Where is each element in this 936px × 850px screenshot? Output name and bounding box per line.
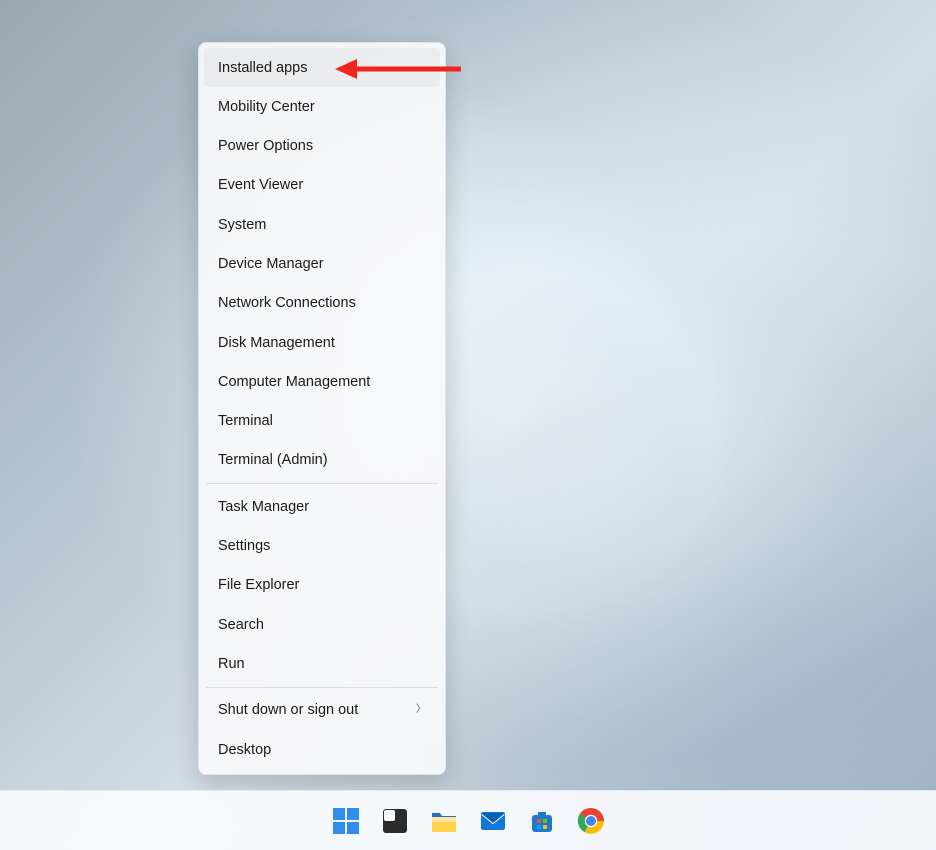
menu-item-terminal[interactable]: Terminal bbox=[204, 402, 440, 441]
menu-item-label: Power Options bbox=[218, 136, 313, 156]
task-view-icon bbox=[382, 808, 408, 834]
file-explorer-button[interactable] bbox=[423, 800, 465, 842]
menu-item-device-manager[interactable]: Device Manager bbox=[204, 244, 440, 283]
menu-item-network-connections[interactable]: Network Connections bbox=[204, 284, 440, 323]
mail-icon bbox=[479, 808, 507, 834]
menu-divider bbox=[206, 483, 438, 484]
menu-item-label: Installed apps bbox=[218, 58, 307, 78]
chrome-icon bbox=[577, 807, 605, 835]
menu-item-terminal-admin[interactable]: Terminal (Admin) bbox=[204, 441, 440, 480]
desktop-wallpaper bbox=[0, 0, 936, 850]
file-explorer-icon bbox=[430, 808, 458, 834]
menu-item-label: Disk Management bbox=[218, 333, 335, 353]
winx-context-menu: Installed apps Mobility Center Power Opt… bbox=[198, 42, 446, 775]
menu-item-disk-management[interactable]: Disk Management bbox=[204, 323, 440, 362]
taskbar bbox=[0, 790, 936, 850]
task-view-button[interactable] bbox=[374, 800, 416, 842]
menu-item-label: Settings bbox=[218, 536, 270, 556]
mail-button[interactable] bbox=[472, 800, 514, 842]
menu-item-file-explorer[interactable]: File Explorer bbox=[204, 566, 440, 605]
menu-item-label: Device Manager bbox=[218, 254, 324, 274]
menu-item-label: Terminal (Admin) bbox=[218, 450, 328, 470]
menu-item-label: Terminal bbox=[218, 411, 273, 431]
menu-item-power-options[interactable]: Power Options bbox=[204, 127, 440, 166]
menu-item-label: File Explorer bbox=[218, 575, 299, 595]
menu-item-computer-management[interactable]: Computer Management bbox=[204, 362, 440, 401]
menu-item-run[interactable]: Run bbox=[204, 644, 440, 683]
menu-item-label: Shut down or sign out bbox=[218, 700, 358, 720]
chrome-button[interactable] bbox=[570, 800, 612, 842]
menu-item-label: Mobility Center bbox=[218, 97, 315, 117]
menu-divider bbox=[206, 687, 438, 688]
menu-item-mobility-center[interactable]: Mobility Center bbox=[204, 87, 440, 126]
menu-item-system[interactable]: System bbox=[204, 205, 440, 244]
microsoft-store-button[interactable] bbox=[521, 800, 563, 842]
microsoft-store-icon bbox=[528, 807, 556, 835]
menu-item-label: Task Manager bbox=[218, 497, 309, 517]
menu-item-shut-down[interactable]: Shut down or sign out 〉 bbox=[204, 691, 440, 730]
menu-item-label: Computer Management bbox=[218, 372, 370, 392]
menu-item-label: Desktop bbox=[218, 740, 271, 760]
menu-item-label: Search bbox=[218, 615, 264, 635]
menu-item-event-viewer[interactable]: Event Viewer bbox=[204, 166, 440, 205]
menu-item-search[interactable]: Search bbox=[204, 605, 440, 644]
menu-item-installed-apps[interactable]: Installed apps bbox=[204, 48, 440, 87]
start-icon bbox=[333, 808, 359, 834]
chevron-right-icon: 〉 bbox=[416, 703, 426, 717]
menu-item-settings[interactable]: Settings bbox=[204, 527, 440, 566]
menu-item-task-manager[interactable]: Task Manager bbox=[204, 487, 440, 526]
menu-item-label: System bbox=[218, 215, 266, 235]
menu-item-label: Run bbox=[218, 654, 245, 674]
menu-item-desktop[interactable]: Desktop bbox=[204, 730, 440, 769]
start-button[interactable] bbox=[325, 800, 367, 842]
menu-item-label: Event Viewer bbox=[218, 175, 303, 195]
menu-item-label: Network Connections bbox=[218, 293, 356, 313]
